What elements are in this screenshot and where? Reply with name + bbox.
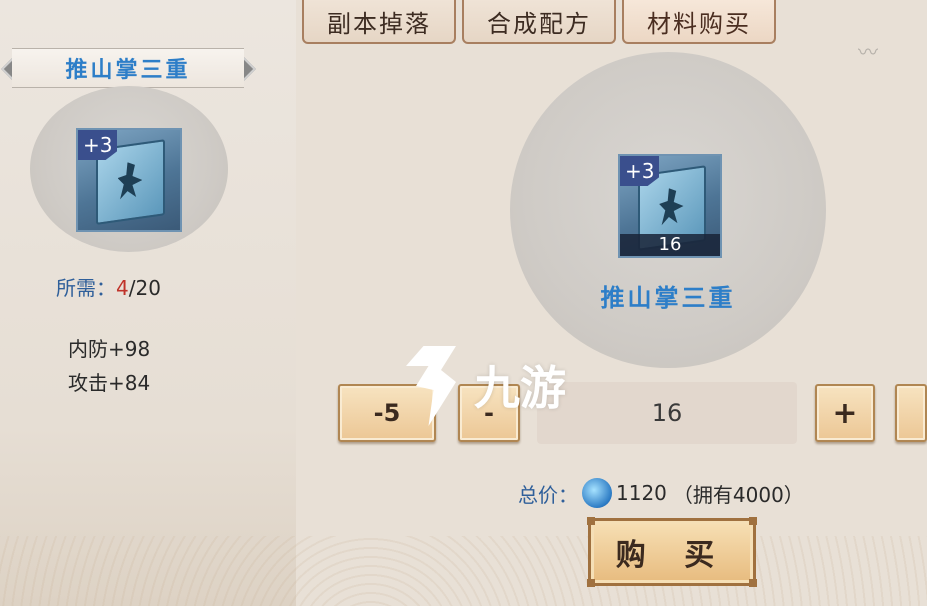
shop-item-name: 推山掌三重 bbox=[600, 284, 736, 312]
required-have: 4 bbox=[116, 276, 129, 300]
item-name: 推山掌三重 bbox=[65, 58, 191, 83]
plus-five-button[interactable] bbox=[895, 384, 927, 442]
tab-label: 材料购买 bbox=[647, 9, 751, 38]
watermark-logo-icon bbox=[398, 340, 468, 430]
corner-ornament bbox=[749, 517, 757, 525]
stat-attack: 攻击+84 bbox=[68, 371, 151, 395]
tab-crafting-recipe[interactable]: 合成配方 bbox=[462, 0, 616, 44]
owned-amount: （拥有4000） bbox=[672, 482, 804, 507]
quantity-input[interactable]: 16 bbox=[537, 382, 797, 444]
jade-currency-icon bbox=[582, 478, 612, 508]
corner-ornament bbox=[587, 517, 595, 525]
corner-ornament bbox=[749, 579, 757, 587]
shop-item-icon[interactable]: +3 16 bbox=[618, 154, 722, 258]
buy-label: 购 买 bbox=[615, 538, 729, 573]
buy-button[interactable]: 购 买 bbox=[587, 517, 757, 587]
level-badge: +3 bbox=[620, 156, 660, 186]
tab-label: 副本掉落 bbox=[327, 9, 431, 38]
plus-one-button[interactable]: + bbox=[815, 384, 875, 442]
required-total: /20 bbox=[128, 276, 161, 300]
tab-label: 合成配方 bbox=[487, 9, 591, 38]
watermark: 九游 bbox=[398, 340, 566, 430]
corner-ornament bbox=[587, 579, 595, 587]
quantity-value: 16 bbox=[651, 399, 683, 427]
total-label: 总价： bbox=[518, 482, 578, 507]
tab-dungeon-drops[interactable]: 副本掉落 bbox=[302, 0, 456, 44]
stat-inner-defense: 内防+98 bbox=[68, 337, 151, 361]
item-name-plate: 推山掌三重 bbox=[12, 48, 244, 88]
required-label: 所需： bbox=[56, 276, 116, 300]
item-icon[interactable]: +3 bbox=[76, 128, 182, 232]
plus-one-label: + bbox=[832, 395, 858, 431]
bird-decoration: 〰 bbox=[858, 40, 878, 64]
wave-decoration bbox=[0, 536, 927, 606]
tab-material-purchase[interactable]: 材料购买 bbox=[622, 0, 776, 44]
total-value: 1120 bbox=[616, 481, 667, 505]
item-count: 16 bbox=[620, 234, 720, 256]
watermark-text: 九游 bbox=[474, 361, 566, 415]
required-count: 所需：4/20 bbox=[56, 272, 161, 301]
total-price-line: 总价： 1120 （拥有4000） bbox=[518, 478, 804, 508]
minus-five-label: -5 bbox=[373, 399, 401, 427]
